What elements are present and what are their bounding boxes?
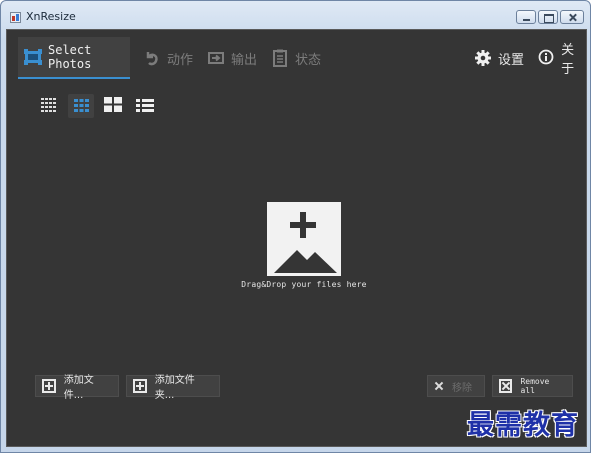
top-nav: Select Photos 动作 输出 状态 设置 关于 — [7, 30, 586, 80]
large-grid-icon — [104, 96, 122, 116]
settings-label: 设置 — [498, 52, 525, 68]
add-folder-icon — [133, 379, 147, 393]
app-icon — [10, 12, 21, 23]
main-panel: Select Photos 动作 输出 状态 设置 关于 Drag&Drop y… — [6, 29, 587, 447]
remove-button[interactable]: 移除 — [427, 375, 485, 397]
app-window: XnResize Select Photos 动作 输出 状态 设置 关于 Dr… — [0, 0, 591, 453]
info-icon — [538, 49, 555, 67]
add-file-icon — [42, 379, 56, 393]
add-folder-button[interactable]: 添加文件夹... — [126, 375, 220, 401]
view-mode-toolbar — [36, 94, 158, 118]
remove-all-button[interactable]: Remove all — [492, 375, 573, 397]
add-image-icon[interactable] — [267, 202, 341, 276]
tab-label: Select Photos — [48, 43, 92, 71]
title-bar[interactable]: XnResize — [1, 1, 591, 31]
status-clipboard-icon — [271, 49, 289, 67]
window-controls — [516, 10, 584, 24]
view-medium-grid-button[interactable] — [68, 94, 94, 118]
maximize-button[interactable] — [538, 10, 558, 24]
settings-button[interactable]: 设置 — [474, 37, 524, 79]
list-view-icon — [136, 97, 154, 116]
view-large-grid-button[interactable] — [100, 94, 126, 118]
tab-label: 动作 — [167, 52, 194, 68]
small-grid-icon — [41, 97, 57, 116]
action-icon — [143, 49, 161, 67]
output-icon — [207, 49, 225, 67]
window-title: XnResize — [26, 10, 76, 23]
gear-icon — [474, 49, 492, 67]
photo-select-icon — [23, 48, 43, 66]
about-button[interactable]: 关于 — [538, 37, 586, 79]
drop-hint: Drag&Drop your files here — [241, 280, 367, 289]
minimize-button[interactable] — [516, 10, 536, 24]
medium-grid-icon — [73, 97, 89, 116]
add-files-label: 添加文件... — [63, 375, 94, 401]
remove-all-label: Remove all — [520, 377, 550, 395]
view-list-button[interactable] — [132, 94, 158, 118]
remove-icon — [434, 381, 444, 391]
watermark-logo: 最需教育 — [467, 410, 579, 441]
tab-actions[interactable]: 动作 — [143, 37, 193, 79]
remove-label: 移除 — [452, 382, 472, 394]
tab-label: 状态 — [295, 52, 322, 68]
tab-label: 输出 — [231, 52, 258, 68]
tab-status[interactable]: 状态 — [271, 37, 321, 79]
about-label: 关于 — [561, 43, 575, 77]
add-files-button[interactable]: 添加文件... — [35, 375, 119, 401]
close-button[interactable] — [560, 10, 584, 24]
add-folder-label: 添加文件夹... — [154, 375, 195, 401]
view-small-grid-button[interactable] — [36, 94, 62, 118]
tab-output[interactable]: 输出 — [207, 37, 257, 79]
tab-select-photos[interactable]: Select Photos — [18, 37, 130, 79]
remove-all-icon — [499, 379, 513, 393]
